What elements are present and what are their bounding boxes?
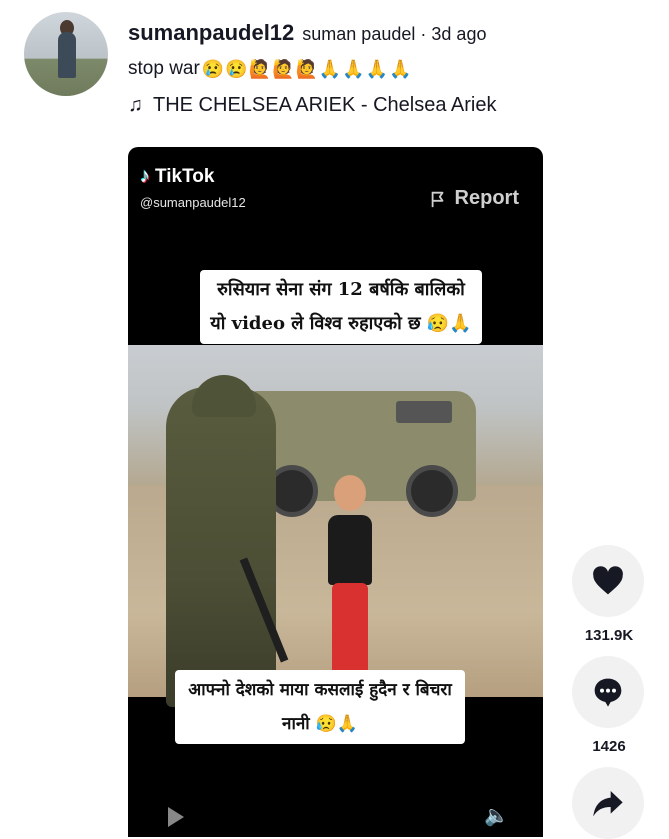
report-label: Report <box>454 187 519 209</box>
video-caption-bottom: आफ्नो देशको माया कसलाई हुदैन र बिचरा नान… <box>175 670 465 744</box>
action-bar: 131.9K 1426 <box>572 545 646 839</box>
soldier-figure <box>166 387 276 707</box>
video-caption-top: रुसियान सेना संग 12 बर्षकि बालिको यो vid… <box>200 270 482 344</box>
tiktok-logo-icon: ♪ <box>140 165 150 187</box>
post-description: stop war 😢😢🙋🙋🙋🙏🙏🙏🙏 <box>128 58 659 80</box>
tiktok-watermark: ♪ TikTok <box>140 165 214 188</box>
comment-count: 1426 <box>592 738 626 755</box>
music-title: THE CHELSEA ARIEK - Chelsea Ariek <box>153 94 497 116</box>
like-count: 131.9K <box>584 627 634 644</box>
avatar[interactable] <box>24 12 108 96</box>
share-button[interactable] <box>572 767 644 839</box>
separator-dot: · <box>420 24 427 44</box>
music-note-icon: ♫ <box>128 94 143 116</box>
video-player[interactable]: ♪ TikTok @sumanpaudel12 Report रुसियान स… <box>128 147 543 837</box>
video-frame <box>128 345 543 707</box>
flag-icon <box>431 191 443 207</box>
volume-icon[interactable]: 🔈 <box>484 803 509 828</box>
author-nickname: suman paudel · 3d ago <box>302 24 486 45</box>
comment-icon <box>594 678 622 707</box>
video-handle: @sumanpaudel12 <box>140 195 246 210</box>
description-text: stop war <box>128 58 200 79</box>
play-icon[interactable] <box>168 807 184 827</box>
girl-top <box>328 515 372 585</box>
tiktok-brand-text: TikTok <box>155 165 215 187</box>
girl-head <box>334 475 366 511</box>
vehicle-wheel <box>406 465 458 517</box>
post-header: sumanpaudel12 suman paudel · 3d ago stop… <box>128 20 659 117</box>
share-icon <box>593 791 623 817</box>
girl-figure <box>324 475 376 697</box>
description-emojis: 😢😢🙋🙋🙋🙏🙏🙏🙏 <box>201 58 413 79</box>
nickname-text: suman paudel <box>302 24 416 44</box>
heart-icon <box>593 566 623 595</box>
author-username[interactable]: sumanpaudel12 <box>128 20 294 46</box>
like-button[interactable] <box>572 545 644 617</box>
vehicle-window <box>396 401 452 423</box>
post-time: 3d ago <box>431 24 487 44</box>
author-row: sumanpaudel12 suman paudel · 3d ago <box>128 20 659 46</box>
music-link[interactable]: ♫ THE CHELSEA ARIEK - Chelsea Ariek <box>128 94 659 117</box>
report-button[interactable]: Report <box>429 187 519 210</box>
soldier-helmet <box>192 375 256 417</box>
comment-button[interactable] <box>572 656 644 728</box>
avatar-figure <box>58 32 76 78</box>
